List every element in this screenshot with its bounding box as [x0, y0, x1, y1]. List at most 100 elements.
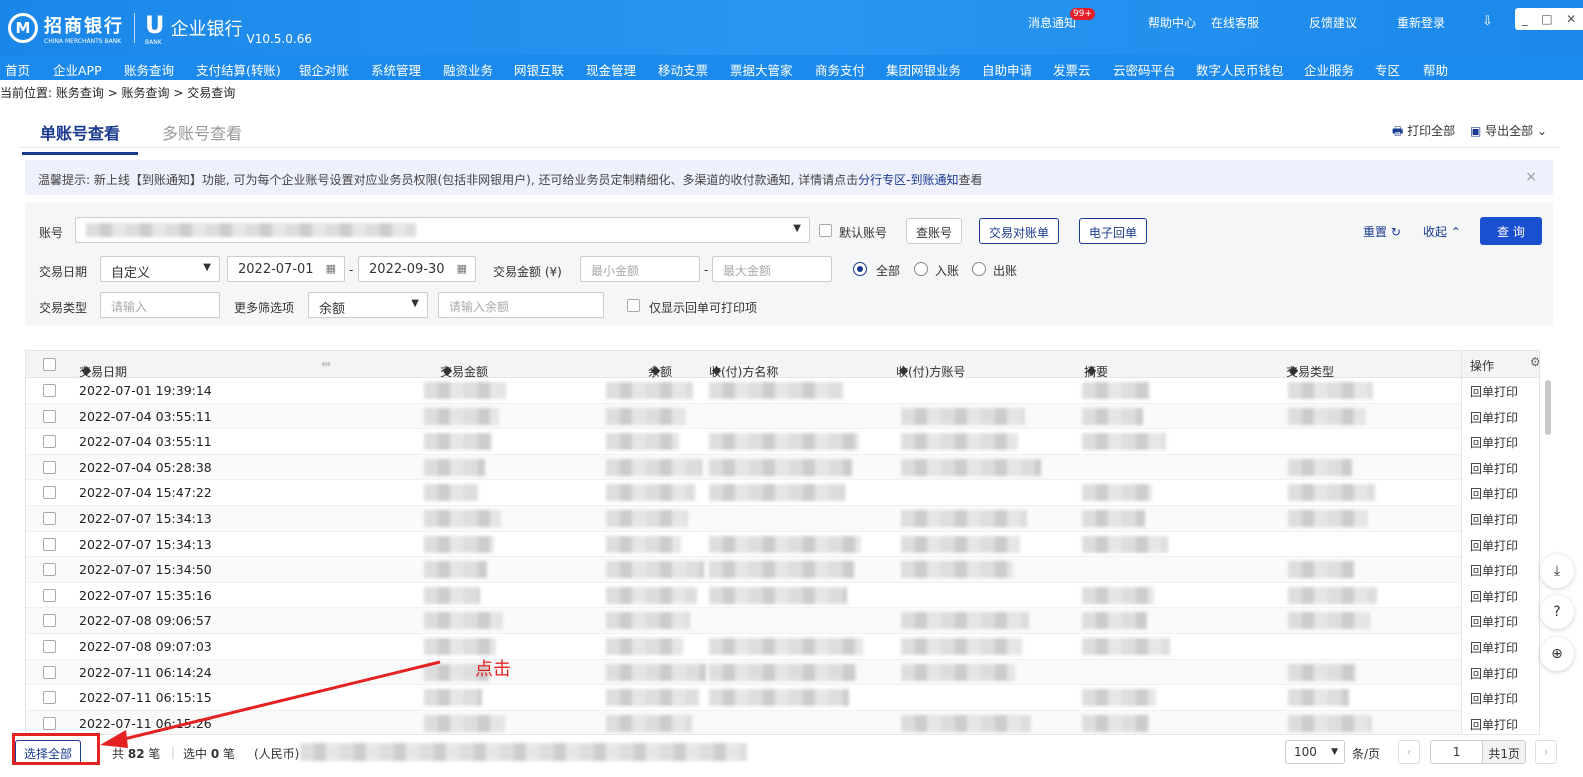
link-help-center[interactable]: 帮助中心 [1148, 14, 1196, 31]
nav-item[interactable]: 帮助 [1423, 60, 1448, 79]
export-all-button[interactable]: ▣ 导出全部 ⌄ [1470, 122, 1547, 139]
nav-item[interactable]: 专区 [1375, 60, 1400, 79]
main-nav: 首页 企业APP 账务查询 支付结算(转账) 银企对账 系统管理 融资业务 网银互联 现金管理 移… [0, 55, 1583, 80]
tab-single-account[interactable]: 单账号查看 [21, 120, 139, 155]
nav-item[interactable]: 集团网银业务 [886, 60, 961, 79]
nav-item[interactable]: 云密码平台 [1113, 60, 1176, 79]
print-receipt-link[interactable]: 回单打印 [1470, 409, 1518, 426]
row-checkbox[interactable] [43, 460, 56, 474]
row-checkbox[interactable] [43, 537, 56, 551]
nav-item[interactable]: 企业服务 [1304, 60, 1354, 79]
close-window-icon[interactable]: ✕ [1566, 12, 1576, 26]
nav-item[interactable]: 网银互联 [514, 60, 564, 79]
default-account-checkbox[interactable] [819, 224, 832, 237]
tab-multi-account[interactable]: 多账号查看 [162, 120, 242, 144]
reset-label: 重置 [1363, 225, 1388, 239]
row-checkbox[interactable] [43, 512, 56, 525]
calendar-icon: ▦ [325, 262, 336, 275]
row-checkbox[interactable] [43, 588, 56, 602]
date-mode-select[interactable]: 自定义 ▼ [100, 256, 220, 282]
row-checkbox[interactable] [43, 716, 56, 730]
statement-button[interactable]: 交易对账单 [979, 218, 1060, 244]
page-size-select[interactable]: 100 ▼ [1285, 740, 1345, 764]
notice-link[interactable]: 分行专区-到账通知 [858, 173, 958, 187]
link-online-service[interactable]: 在线客服 [1211, 14, 1259, 31]
table-row: 2022-07-04 03:55:11 [26, 403, 1539, 430]
row-checkbox[interactable] [43, 409, 56, 423]
nav-item[interactable]: 发票云 [1053, 60, 1091, 79]
lookup-account-button[interactable]: 查账号 [906, 218, 963, 244]
settings-gear-icon[interactable]: ⚙ [1530, 355, 1539, 369]
account-select[interactable]: ▼ [75, 217, 810, 243]
query-button[interactable]: 查 询 [1480, 217, 1542, 245]
link-messages[interactable]: 消息通知 [1028, 14, 1076, 31]
balance-input[interactable]: 请输入余额 [438, 292, 604, 318]
row-checkbox[interactable] [43, 665, 56, 679]
prev-page-button[interactable]: ‹ [1398, 740, 1420, 764]
row-checkbox[interactable] [43, 435, 56, 449]
cmb-logo-icon: M [8, 13, 38, 43]
min-amount-input[interactable]: 最小金额 [580, 256, 700, 282]
nav-item[interactable]: 首页 [5, 60, 30, 79]
date-from-input[interactable]: 2022-07-01 ▦ [227, 256, 345, 282]
print-receipt-link: 回单打印 [1470, 615, 1519, 630]
side-zoom-icon[interactable]: ⊕ [1540, 637, 1574, 671]
row-checkbox[interactable] [43, 691, 56, 705]
link-relogin[interactable]: 重新登录 [1397, 14, 1445, 31]
nav-item[interactable]: 融资业务 [443, 60, 493, 79]
maximize-icon[interactable]: □ [1541, 12, 1552, 26]
e-receipt-button[interactable]: 电子回单 [1079, 218, 1148, 244]
side-help-icon[interactable]: ? [1540, 595, 1574, 629]
print-receipt-link[interactable]: 回单打印 [1470, 537, 1518, 554]
nav-item[interactable]: 商务支付 [815, 60, 865, 79]
nav-item[interactable]: 账务查询 [124, 60, 174, 79]
date-to-input[interactable]: 2022-09-30 ▦ [358, 256, 476, 282]
bank-name: 招商银行 [44, 15, 124, 37]
nav-item[interactable]: 现金管理 [586, 60, 636, 79]
more-filter-select[interactable]: 余额 ▼ [308, 292, 428, 318]
nav-item[interactable]: 数字人民币钱包 [1196, 60, 1284, 79]
column-resize-icon[interactable]: ⇹ [321, 357, 331, 371]
radio-credit[interactable] [914, 262, 928, 276]
nav-item[interactable]: 银企对账 [299, 60, 349, 79]
max-amount-input[interactable]: 最大金额 [712, 256, 832, 282]
only-printable-checkbox[interactable] [627, 299, 640, 312]
print-receipt-link[interactable]: 回单打印 [1470, 460, 1518, 477]
row-checkbox[interactable] [43, 384, 56, 397]
print-receipt-link: 回单打印 [1470, 666, 1519, 681]
print-receipt-link[interactable]: 回单打印 [1470, 383, 1518, 400]
print-all-button[interactable]: 🖶 打印全部 [1392, 122, 1455, 143]
nav-item[interactable]: 企业APP [53, 60, 102, 79]
redacted-cell [424, 458, 485, 476]
nav-item[interactable]: 自助申请 [982, 60, 1032, 79]
side-download-icon[interactable]: ⤓ [1540, 554, 1574, 588]
print-receipt-link[interactable]: 回单打印 [1470, 588, 1518, 605]
nav-item[interactable]: 支付结算(转账) [196, 60, 281, 79]
print-receipt-link[interactable]: 回单打印 [1470, 562, 1518, 579]
minimize-icon[interactable]: _ [1522, 12, 1528, 26]
collapse-button[interactable]: 收起 ⌃ [1423, 223, 1461, 240]
row-checkbox[interactable] [43, 563, 56, 577]
print-receipt-link[interactable]: 回单打印 [1470, 434, 1518, 451]
nav-item[interactable]: 票据大管家 [730, 60, 793, 79]
next-page-button[interactable]: › [1535, 740, 1557, 764]
reset-button[interactable]: 重置 ↻ [1363, 223, 1401, 240]
select-all-checkbox[interactable] [43, 358, 56, 371]
close-notice-icon[interactable]: × [1525, 169, 1537, 185]
redacted-cell [901, 510, 1027, 527]
page-input[interactable]: 1 共1页 [1430, 740, 1526, 764]
radio-debit[interactable] [972, 262, 986, 276]
radio-all[interactable] [853, 262, 867, 276]
printer-icon: 🖶 [1392, 124, 1404, 138]
nav-item[interactable]: 系统管理 [371, 60, 421, 79]
row-checkbox[interactable] [43, 614, 56, 628]
link-feedback[interactable]: 反馈建议 [1309, 14, 1357, 31]
row-checkbox[interactable] [43, 640, 56, 653]
print-receipt-link[interactable]: 回单打印 [1470, 511, 1518, 528]
table-scrollbar[interactable] [1545, 380, 1551, 435]
download-icon[interactable]: ⇩ [1482, 14, 1493, 29]
type-input[interactable]: 请输入 [100, 292, 220, 318]
col-operation: 操作 [1470, 359, 1495, 373]
row-checkbox[interactable] [43, 486, 56, 500]
nav-item[interactable]: 移动支票 [658, 60, 708, 79]
